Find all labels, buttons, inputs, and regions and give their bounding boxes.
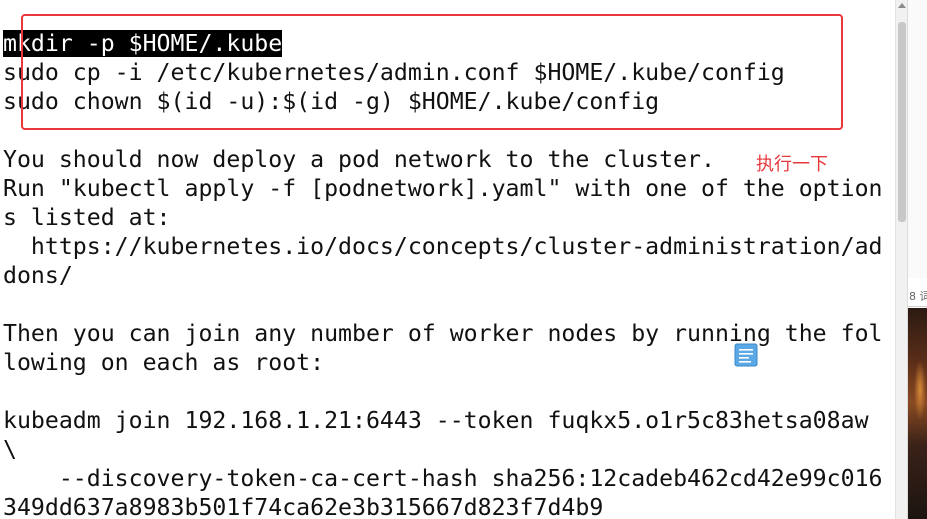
adjacent-window-divider bbox=[908, 306, 927, 307]
output-line-2: Run "kubectl apply -f [podnetwork].yaml"… bbox=[3, 175, 883, 202]
output-line-3: s listed at: bbox=[3, 204, 171, 231]
adjacent-window-image-accent bbox=[914, 360, 926, 420]
output-line-8: lowing on each as root: bbox=[3, 349, 325, 376]
output-line-13: 349dd637a8983b501f74ca62e3b315667d823f7d… bbox=[3, 494, 604, 519]
terminal-screenshot: mkdir -p $HOME/.kube sudo cp -i /etc/kub… bbox=[0, 0, 895, 519]
note-icon[interactable] bbox=[734, 343, 758, 367]
output-line-11: \ bbox=[3, 436, 17, 463]
word-count-label: 8 词 bbox=[909, 290, 927, 303]
output-line-12: --discovery-token-ca-cert-hash sha256:12… bbox=[3, 465, 883, 492]
scrollbar-thumb[interactable] bbox=[898, 22, 906, 222]
output-line-1: You should now deploy a pod network to t… bbox=[3, 146, 715, 173]
command-highlight-box bbox=[21, 14, 843, 130]
adjacent-window-edge: 8 词 bbox=[907, 0, 927, 519]
adjacent-window-blank bbox=[908, 0, 927, 278]
output-line-10: kubeadm join 192.168.1.21:6443 --token f… bbox=[3, 407, 883, 434]
scroll-up-arrow-icon[interactable] bbox=[898, 3, 906, 8]
output-line-5: dons/ bbox=[3, 262, 73, 289]
annotation-text: 执行一下 bbox=[756, 154, 828, 175]
output-line-4: https://kubernetes.io/docs/concepts/clus… bbox=[3, 233, 883, 260]
